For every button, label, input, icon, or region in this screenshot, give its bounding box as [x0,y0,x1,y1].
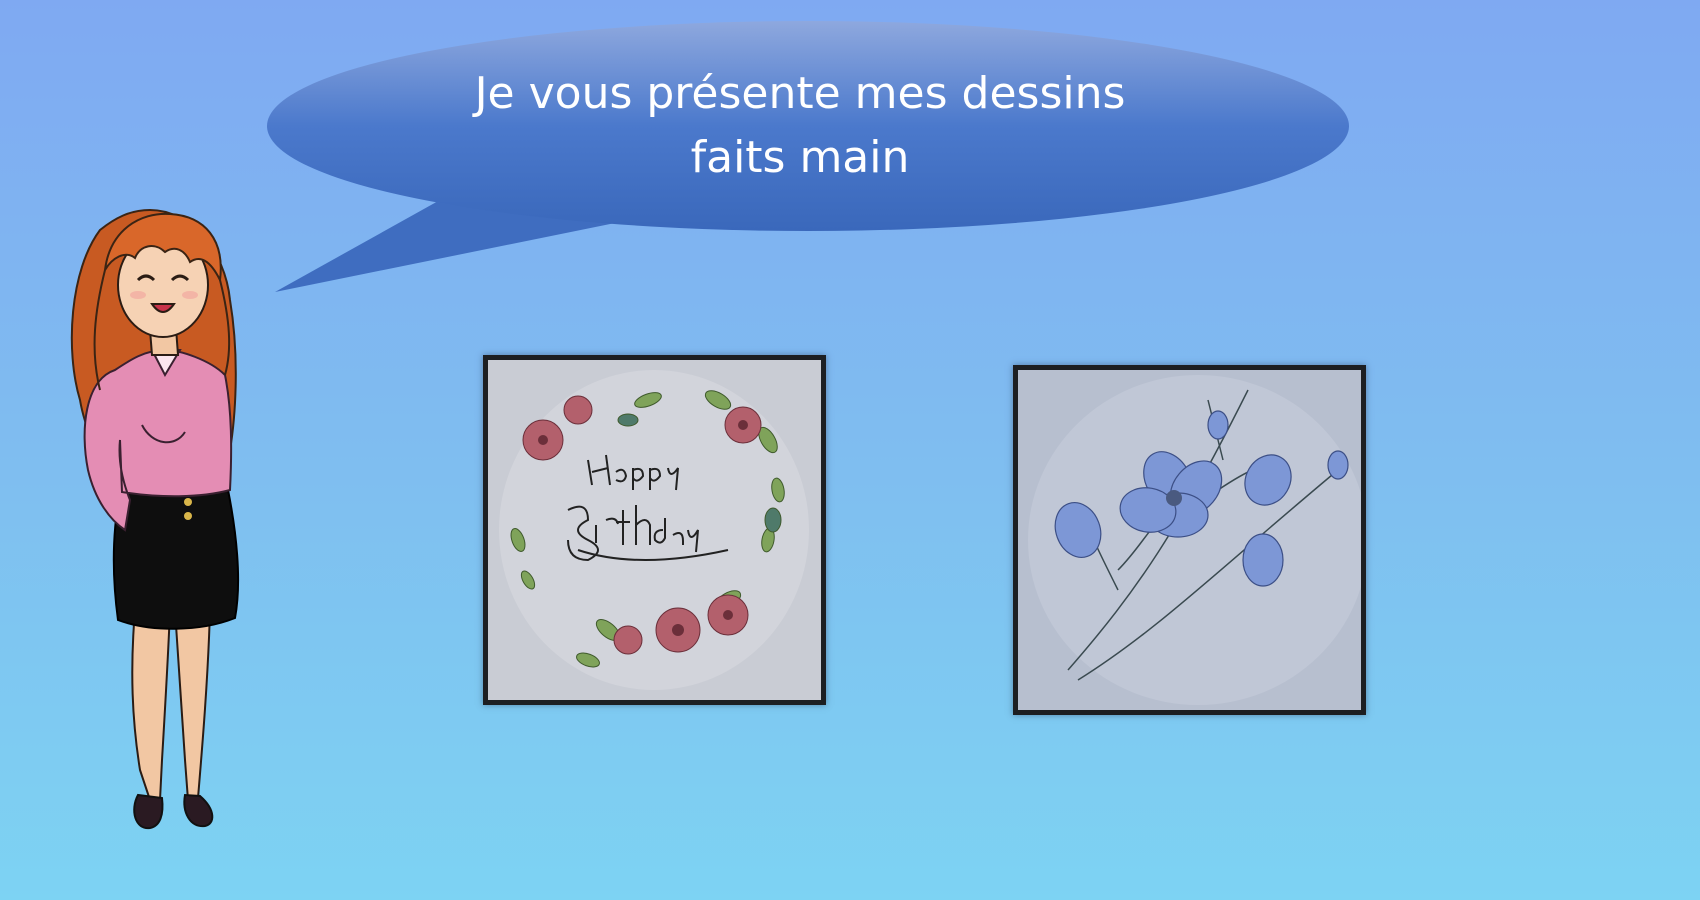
blue-cosmos-drawing [1018,370,1361,710]
speech-text: Je vous présente mes dessins faits main [330,62,1270,190]
birthday-drawing-frame [483,355,826,705]
birthday-wreath-drawing [488,360,821,700]
blue-flowers-drawing-frame [1013,365,1366,715]
girl-character-illustration [70,208,240,830]
speech-line-2: faits main [690,132,910,183]
speech-line-1: Je vous présente mes dessins [474,68,1126,119]
